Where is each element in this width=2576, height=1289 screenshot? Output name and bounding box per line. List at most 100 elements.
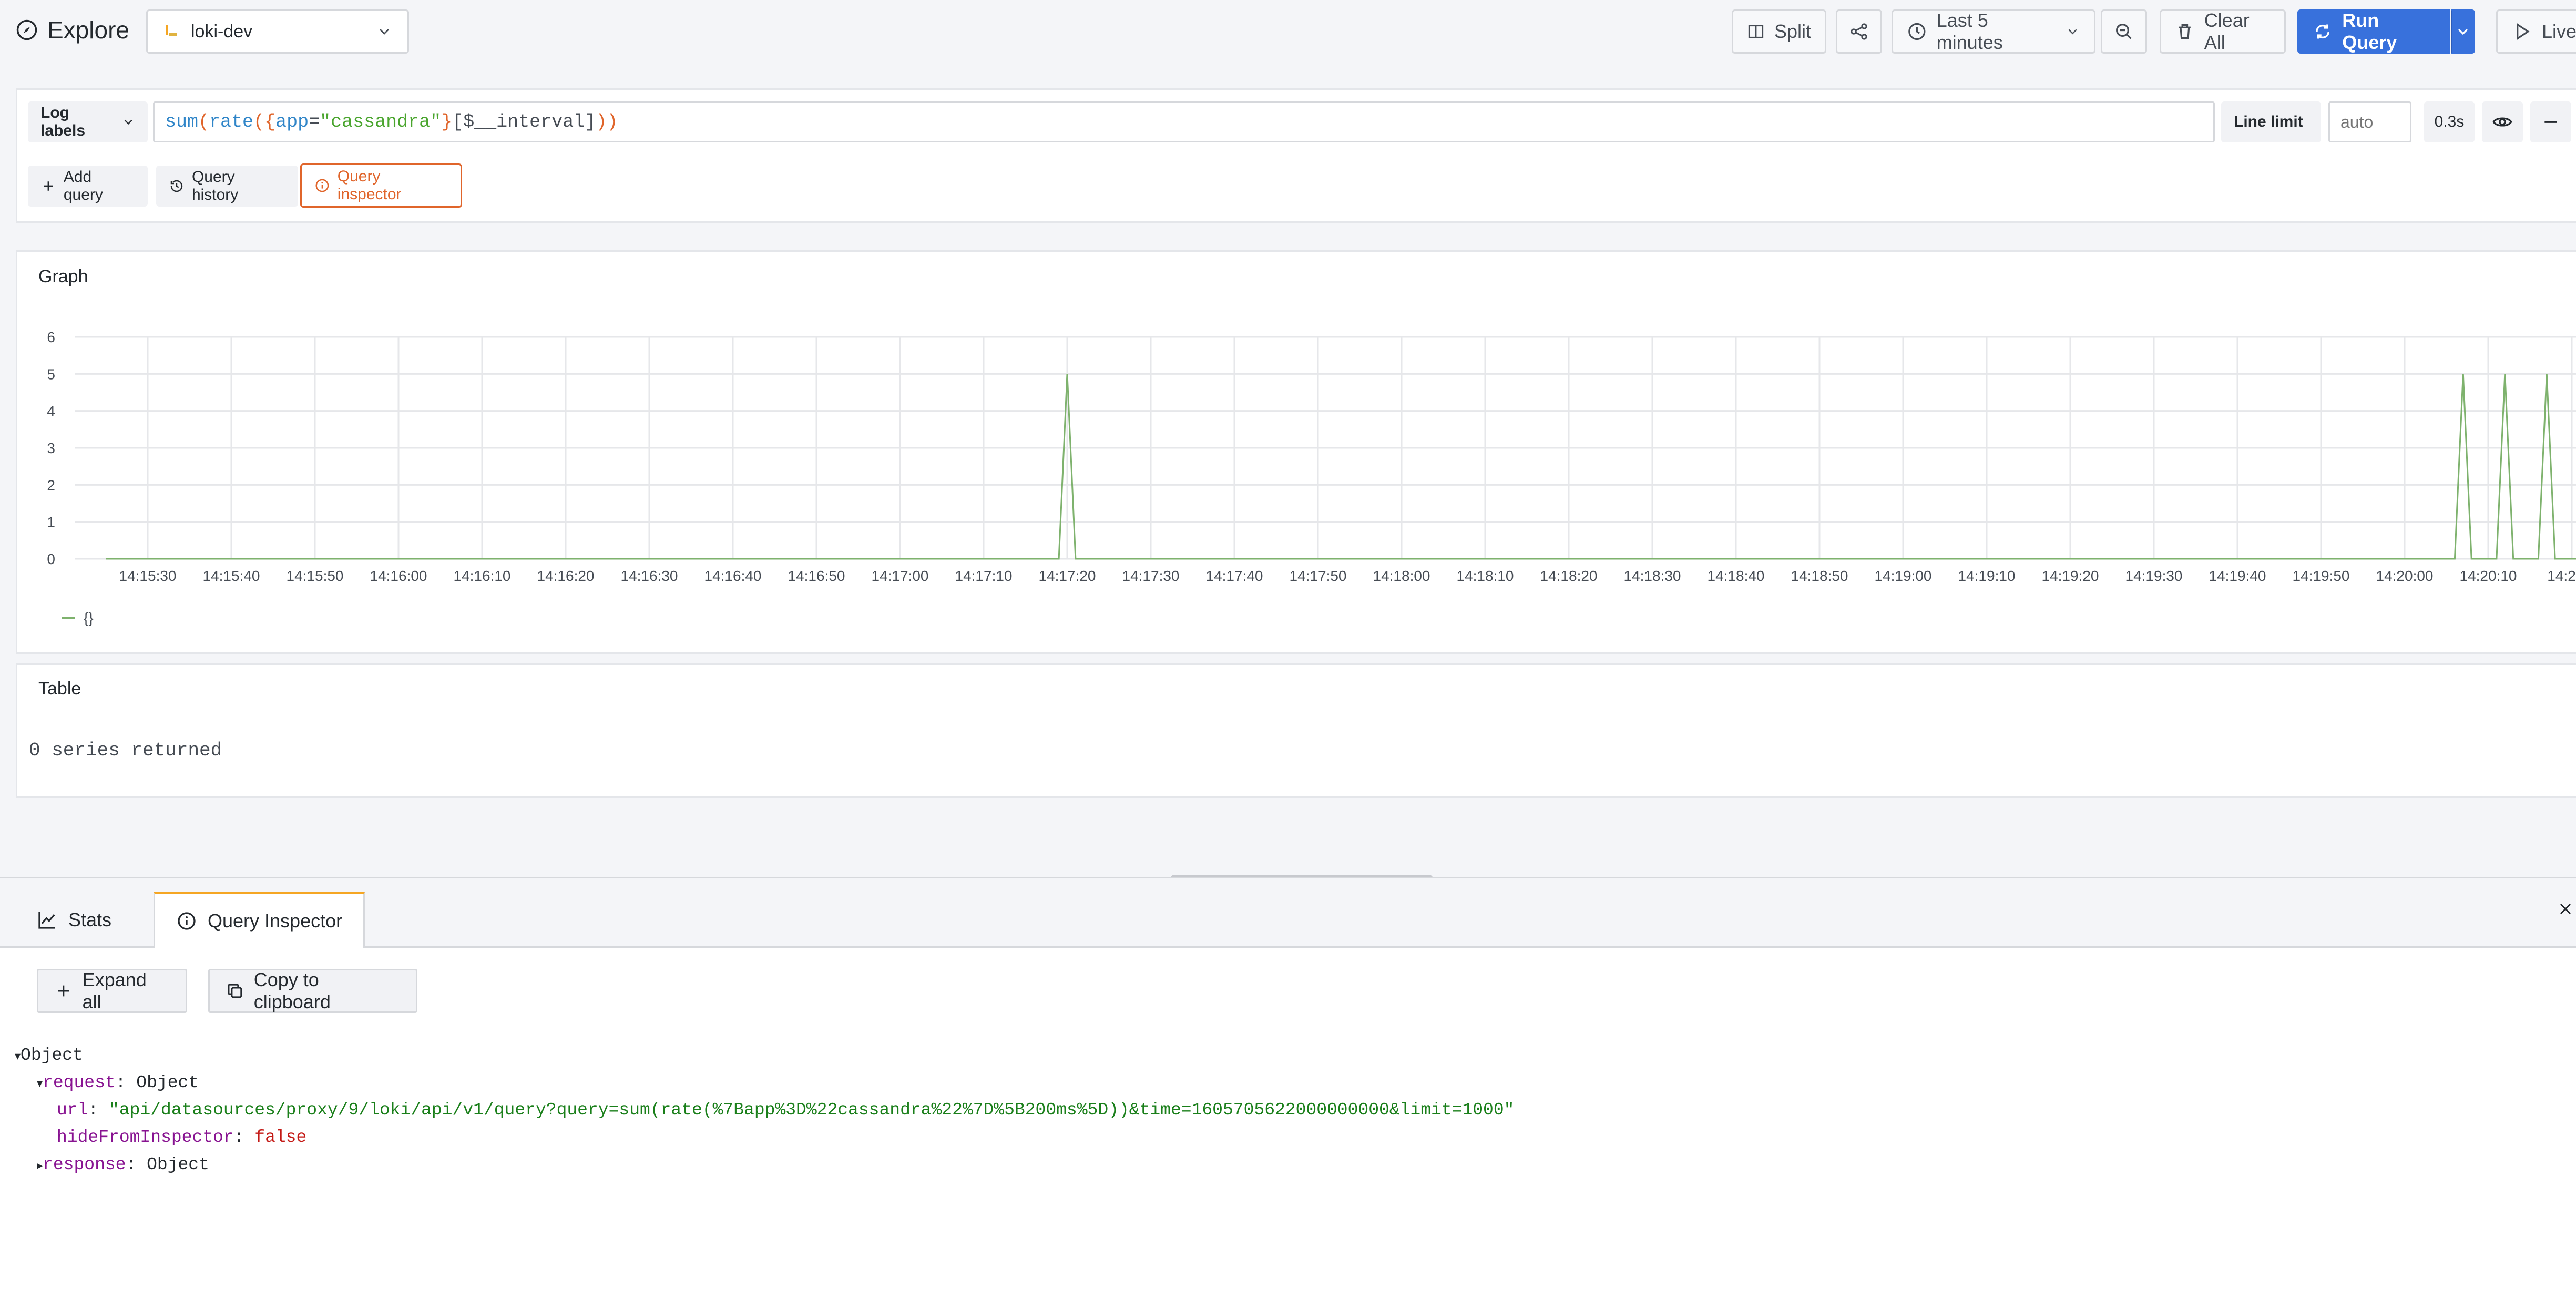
table-panel: Table 0 series returned	[16, 663, 2576, 798]
x-tick-label: 14:18:00	[1373, 568, 1430, 584]
clock-icon	[1908, 23, 1926, 40]
add-query-button[interactable]: Add query	[28, 166, 148, 207]
query-fn-sum: sum	[165, 111, 199, 132]
tree-request[interactable]: ▾request: Object	[37, 1073, 199, 1092]
y-tick-label: 6	[47, 329, 55, 345]
query-expression-input[interactable]: sum(rate({app="cassandra"}[$__interval])…	[153, 101, 2215, 142]
info-circle-icon	[178, 912, 196, 930]
datasource-picker[interactable]: loki-dev	[146, 9, 409, 54]
tree-url-value: "api/datasources/proxy/9/loki/api/v1/que…	[109, 1100, 1515, 1120]
y-tick-label: 5	[47, 366, 55, 382]
tree-hide-key: hideFromInspector	[57, 1128, 234, 1147]
x-tick-label: 14:16:50	[788, 568, 845, 584]
query-inspector-label: Query inspector	[337, 168, 402, 203]
query-paren: ({	[253, 111, 276, 132]
line-limit-label: Line limit	[2234, 113, 2303, 130]
query-history-button[interactable]: Query history	[156, 166, 298, 207]
close-drawer-button[interactable]	[2556, 899, 2575, 918]
tree-root-label: Object	[21, 1046, 83, 1065]
run-query-interval-dropdown[interactable]	[2451, 9, 2475, 54]
x-tick-label: 14:17:40	[1206, 568, 1263, 584]
minus-icon	[2544, 121, 2557, 123]
x-tick-label: 14:15:40	[203, 568, 260, 584]
live-label: Live	[2542, 21, 2576, 42]
log-labels-button[interactable]: Log labels	[28, 101, 148, 142]
query-paren-close: ))	[596, 111, 618, 132]
x-tick-label: 14:18:40	[1708, 568, 1765, 584]
x-tick-label: 14:15:50	[287, 568, 344, 584]
x-tick-label: 14:18:20	[1540, 568, 1598, 584]
query-fn-rate: rate	[209, 111, 254, 132]
query-editor-row: Log labels sum(rate({app="cassandra"}[$_…	[16, 88, 2576, 223]
caret-down-icon: ▾	[15, 1050, 21, 1063]
toggle-query-visibility-button[interactable]	[2482, 101, 2523, 142]
y-tick-label: 0	[47, 551, 55, 567]
chart-line-icon	[38, 912, 55, 929]
columns-icon	[1748, 25, 1764, 38]
clear-all-button[interactable]: Clear All	[2160, 9, 2286, 54]
tab-query-inspector[interactable]: Query Inspector	[154, 892, 365, 948]
remove-query-button[interactable]	[2530, 101, 2571, 142]
tree-response[interactable]: ▸response: Object	[37, 1155, 209, 1174]
x-tick-label: 14:18:10	[1457, 568, 1514, 584]
line-limit-label-box: Line limit	[2221, 101, 2321, 142]
x-tick-label: 14:18:30	[1624, 568, 1681, 584]
compass-icon	[16, 19, 37, 40]
x-tick-label: 14:20:00	[2376, 568, 2434, 584]
tree-colon: :	[126, 1155, 147, 1174]
tab-stats[interactable]: Stats	[16, 892, 132, 948]
expand-all-button[interactable]: Expand all	[37, 969, 187, 1013]
x-tick-label: 14:16:00	[370, 568, 427, 584]
query-duration-badge: 0.3s	[2424, 101, 2475, 142]
info-circle-icon	[315, 179, 329, 192]
inspector-tabs: Stats Query Inspector	[0, 878, 2576, 948]
x-tick-label: 14:19:40	[2209, 568, 2266, 584]
query-inspector-drawer: Stats Query Inspector Expand all Copy to…	[0, 877, 2576, 1289]
x-tick-label: 14:16:10	[454, 568, 511, 584]
x-tick-label: 14:17:30	[1122, 568, 1180, 584]
split-label: Split	[1774, 21, 1811, 42]
chevron-down-icon	[2068, 29, 2077, 35]
copy-to-clipboard-button[interactable]: Copy to clipboard	[208, 969, 417, 1013]
tab-query-inspector-label: Query Inspector	[208, 910, 343, 932]
sync-icon	[2316, 24, 2329, 39]
x-tick-label: 14:17:20	[1039, 568, 1096, 584]
query-paren: (	[198, 111, 210, 132]
run-query-button[interactable]: Run Query	[2297, 9, 2450, 54]
zoom-out-icon	[2116, 24, 2132, 39]
share-button[interactable]	[1836, 9, 1882, 54]
tree-url-key: url	[57, 1100, 88, 1120]
history-icon	[170, 180, 183, 192]
query-label-name: app	[275, 111, 309, 132]
page-title: Explore	[47, 16, 129, 44]
query-range: [$__interval]	[452, 111, 596, 132]
time-range-picker[interactable]: Last 5 minutes	[1892, 9, 2095, 54]
chevron-down-icon	[380, 29, 389, 35]
query-brace: }	[441, 111, 453, 132]
graph-chart[interactable]: 0 1 2 3 4 5 6 14:15:30 14:15:40 14:15:50 14:16:00 1…	[17, 273, 2576, 651]
x-tick-label: 14:15:30	[119, 568, 177, 584]
x-tick-label: 14:19:20	[2042, 568, 2099, 584]
share-icon	[1851, 23, 1867, 40]
split-button[interactable]: Split	[1732, 9, 1826, 54]
tree-root[interactable]: ▾Object	[15, 1046, 83, 1065]
x-tick-label: 14:19:30	[2125, 568, 2183, 584]
time-range-label: Last 5 minutes	[1936, 9, 2003, 53]
close-icon	[2560, 903, 2571, 915]
plus-icon	[58, 985, 69, 997]
chevron-down-icon	[124, 119, 132, 125]
datasource-name: loki-dev	[191, 21, 253, 42]
x-tick-label: 14:19:10	[1958, 568, 2016, 584]
caret-right-icon: ▸	[37, 1160, 43, 1173]
tree-colon: :	[88, 1100, 109, 1120]
y-tick-label: 3	[47, 440, 55, 456]
zoom-out-button[interactable]	[2101, 9, 2147, 54]
tree-url: url: "api/datasources/proxy/9/loki/api/v…	[57, 1100, 1514, 1120]
tree-hide-value: false	[254, 1128, 307, 1147]
table-empty-message: 0 series returned	[29, 740, 222, 761]
play-icon	[2517, 23, 2530, 40]
live-button[interactable]: Live	[2496, 9, 2576, 54]
line-limit-input[interactable]	[2328, 101, 2411, 142]
copy-label: Copy to clipboard	[253, 969, 331, 1012]
query-inspector-button[interactable]: Query inspector	[300, 163, 462, 208]
